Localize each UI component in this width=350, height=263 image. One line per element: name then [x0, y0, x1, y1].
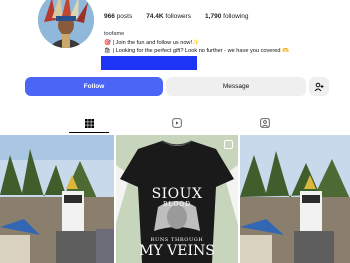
add-user-icon	[314, 82, 324, 91]
profile-username: toofame	[104, 31, 125, 37]
reels-icon	[172, 118, 182, 128]
post-thumbnail[interactable]: SIOUX BLOOD RUNS THROUGH MY VEINS	[116, 135, 238, 263]
follow-button[interactable]: Follow	[25, 77, 163, 96]
shirt-text-blood: BLOOD	[162, 201, 192, 208]
suggested-users-button[interactable]	[309, 77, 329, 96]
powwow-photo	[240, 135, 350, 263]
message-button[interactable]: Message	[166, 77, 306, 96]
bio-line-1: 🎯 | Join the fun and follow us now!✨	[104, 39, 199, 46]
profile-avatar[interactable]	[38, 0, 94, 48]
followers-stat[interactable]: 74.4K followers	[146, 13, 191, 20]
following-stat[interactable]: 1,790 following	[205, 13, 248, 20]
tagged-icon	[260, 118, 270, 128]
posts-grid: SIOUX BLOOD RUNS THROUGH MY VEINS	[0, 135, 350, 263]
shirt-text-sioux: SIOUX	[151, 186, 203, 202]
posts-stat[interactable]: 966 posts	[104, 13, 132, 20]
tab-reels[interactable]	[157, 113, 197, 133]
profile-tabs	[0, 113, 350, 133]
bio-line-2: 🛍 | Looking for the perfect gift? Look n…	[104, 48, 289, 54]
headdress-portrait	[38, 0, 94, 48]
shirt-text-my-veins: MY VEINS	[139, 243, 215, 259]
redacted-link-bar[interactable]	[101, 56, 197, 70]
post-thumbnail[interactable]	[0, 135, 114, 263]
tab-tagged[interactable]	[245, 113, 285, 133]
profile-bio: toofame 🎯 | Join the fun and follow us n…	[104, 30, 289, 56]
carousel-icon	[224, 140, 233, 149]
profile-stats: 966 posts 74.4K followers 1,790 followin…	[104, 13, 248, 20]
powwow-photo	[0, 135, 114, 263]
grid-icon	[84, 118, 94, 128]
post-thumbnail[interactable]	[240, 135, 350, 263]
tab-posts-grid[interactable]	[69, 113, 109, 133]
